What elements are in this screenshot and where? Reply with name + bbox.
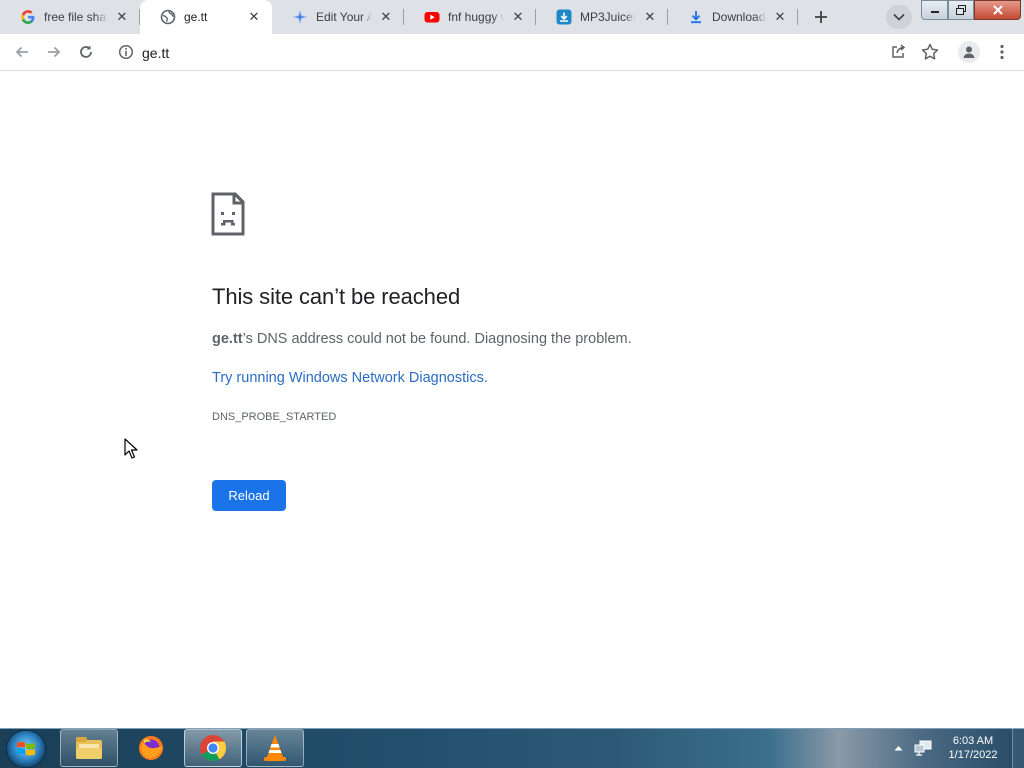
windows-logo-icon bbox=[17, 741, 35, 756]
google-g-icon bbox=[20, 9, 36, 25]
restore-button[interactable] bbox=[948, 0, 974, 20]
download-icon bbox=[688, 9, 704, 25]
error-host: ge.tt bbox=[212, 331, 243, 347]
menu-button[interactable] bbox=[992, 40, 1012, 64]
vlc-cone-icon bbox=[264, 735, 286, 761]
back-button[interactable] bbox=[8, 38, 36, 66]
address-text[interactable]: ge.tt bbox=[142, 45, 169, 61]
mouse-cursor-icon bbox=[124, 438, 138, 459]
chevron-up-icon bbox=[894, 746, 902, 751]
tab-ge-tt[interactable]: ge.tt ✕ bbox=[140, 0, 272, 34]
tab-search-button[interactable] bbox=[886, 5, 912, 29]
network-icon[interactable] bbox=[914, 740, 932, 756]
person-icon bbox=[963, 46, 975, 58]
error-code: DNS_PROBE_STARTED bbox=[212, 411, 337, 423]
tab-strip: free file shar ✕ ge.tt ✕ Edit Your Au ✕ … bbox=[0, 0, 1024, 34]
globe-icon bbox=[160, 9, 176, 25]
clock-date: 1/17/2022 bbox=[948, 749, 998, 761]
minimize-button[interactable] bbox=[921, 0, 948, 20]
close-icon bbox=[992, 5, 1003, 15]
taskbar-firefox[interactable] bbox=[122, 729, 180, 767]
folder-icon bbox=[76, 737, 102, 759]
error-title: This site can’t be reached bbox=[212, 284, 461, 309]
minimize-icon bbox=[930, 11, 939, 13]
reload-icon bbox=[80, 45, 92, 58]
error-message-text: ’s DNS address could not be found. Diagn… bbox=[242, 331, 632, 347]
tab-title: MP3Juices - bbox=[580, 10, 636, 24]
close-tab-icon[interactable]: ✕ bbox=[770, 7, 790, 27]
sad-page-icon bbox=[211, 192, 245, 236]
mp3juices-icon bbox=[556, 9, 572, 25]
taskbar-chrome[interactable] bbox=[184, 729, 242, 767]
forward-button[interactable] bbox=[40, 38, 68, 66]
more-vert-icon bbox=[1000, 44, 1004, 60]
show-hidden-icons-button[interactable] bbox=[892, 742, 904, 754]
address-bar[interactable]: ge.tt bbox=[108, 37, 952, 67]
tab-title: ge.tt bbox=[184, 10, 208, 24]
window-controls bbox=[921, 0, 1024, 20]
network-diagnostics-link[interactable]: Try running Windows Network Diagnostics. bbox=[212, 370, 488, 386]
close-tab-icon[interactable]: ✕ bbox=[376, 7, 396, 27]
chevron-down-icon bbox=[893, 13, 905, 21]
start-button[interactable] bbox=[6, 730, 46, 768]
tab-free-file-share[interactable]: free file shar ✕ bbox=[0, 0, 140, 34]
profile-button[interactable] bbox=[958, 41, 980, 63]
restore-icon bbox=[956, 5, 966, 15]
browser-toolbar: ge.tt bbox=[0, 34, 1024, 71]
tab-title: Edit Your Au bbox=[316, 10, 372, 24]
audio-editor-icon bbox=[292, 9, 308, 25]
taskbar-vlc[interactable] bbox=[246, 729, 304, 767]
close-tab-icon[interactable]: ✕ bbox=[640, 7, 660, 27]
tab-edit-audio[interactable]: Edit Your Au ✕ bbox=[272, 0, 404, 34]
tab-title: fnf huggy w bbox=[448, 10, 504, 24]
tab-fnf-huggy[interactable]: fnf huggy w ✕ bbox=[404, 0, 536, 34]
close-tab-icon[interactable]: ✕ bbox=[244, 7, 264, 27]
share-icon[interactable] bbox=[888, 42, 908, 62]
new-tab-button[interactable] bbox=[807, 5, 835, 29]
close-tab-icon[interactable]: ✕ bbox=[508, 7, 528, 27]
error-message: ge.tt’s DNS address could not be found. … bbox=[212, 331, 632, 347]
reload-button[interactable]: Reload bbox=[212, 480, 286, 511]
error-page: This site can’t be reached ge.tt’s DNS a… bbox=[0, 72, 1024, 728]
firefox-icon bbox=[139, 736, 163, 760]
tab-title: Downloads bbox=[712, 10, 766, 24]
bookmark-star-icon[interactable] bbox=[920, 42, 940, 62]
forward-arrow-icon bbox=[48, 46, 61, 58]
system-clock[interactable]: 6:03 AM 1/17/2022 bbox=[936, 734, 1010, 762]
youtube-icon bbox=[424, 9, 440, 25]
reload-toolbar-button[interactable] bbox=[72, 38, 100, 66]
close-window-button[interactable] bbox=[974, 0, 1021, 20]
chrome-icon bbox=[200, 735, 227, 762]
close-tab-icon[interactable]: ✕ bbox=[112, 7, 132, 27]
taskbar-windows-explorer[interactable] bbox=[60, 729, 118, 767]
plus-icon bbox=[815, 11, 827, 23]
taskbar: 6:03 AM 1/17/2022 bbox=[0, 728, 1024, 768]
tab-mp3juices[interactable]: MP3Juices - ✕ bbox=[536, 0, 668, 34]
back-arrow-icon bbox=[15, 46, 28, 58]
clock-time: 6:03 AM bbox=[952, 735, 994, 747]
tab-title: free file shar bbox=[44, 10, 108, 24]
tab-downloads[interactable]: Downloads ✕ bbox=[668, 0, 798, 34]
show-desktop-button[interactable] bbox=[1012, 728, 1024, 768]
info-icon[interactable] bbox=[118, 44, 134, 60]
